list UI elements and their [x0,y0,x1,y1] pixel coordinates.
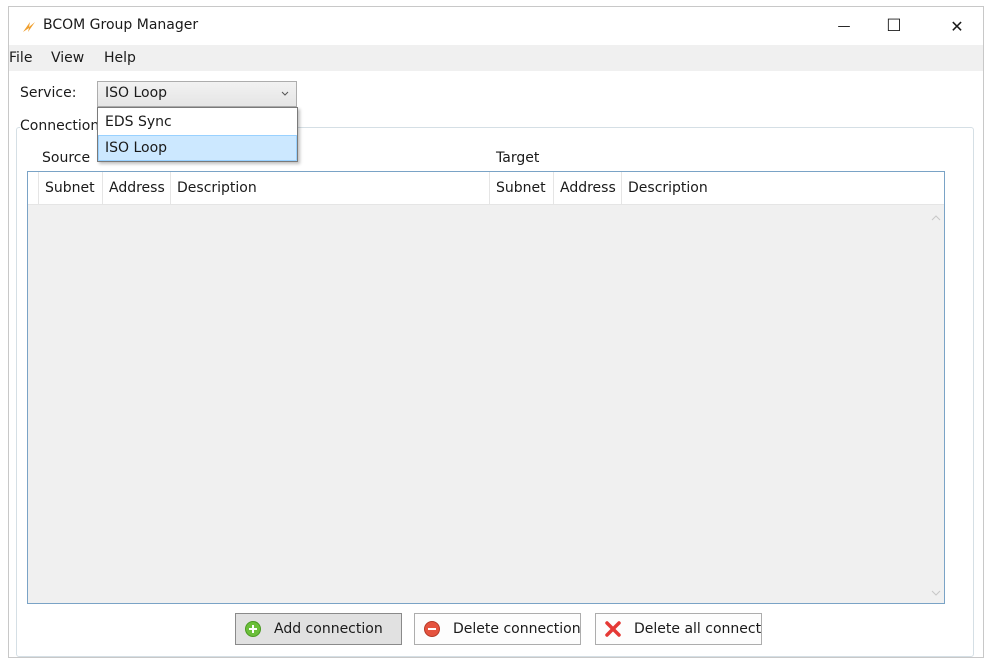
column-header-source-address[interactable]: Address [103,172,171,204]
service-selected-value: ISO Loop [105,85,168,101]
scroll-up-icon[interactable] [931,214,941,222]
delete-connection-label: Delete connection [453,621,581,637]
column-header-target-subnet[interactable]: Subnet [490,172,554,204]
source-label: Source [42,150,91,166]
column-header-source-description[interactable]: Description [171,172,490,204]
menu-view[interactable]: View [51,50,84,66]
grid-header: Subnet Address Description Subnet Addres… [28,172,944,205]
menu-file[interactable]: File [9,50,32,66]
plus-circle-icon [245,621,261,637]
target-label: Target [496,150,540,166]
connections-group-label: Connections [20,118,107,134]
add-connection-label: Add connection [274,621,383,637]
delete-all-connections-button[interactable]: Delete all connecti [595,613,762,645]
column-header-target-description[interactable]: Description [622,172,927,204]
delete-all-connections-label: Delete all connecti [634,621,762,637]
close-button[interactable]: ✕ [934,7,980,45]
row-header-cell [28,172,39,204]
maximize-icon: ☐ [886,16,902,36]
delete-connection-button[interactable]: Delete connection [414,613,581,645]
vertical-scrollbar[interactable] [927,204,944,603]
add-connection-button[interactable]: Add connection [235,613,402,645]
column-header-source-subnet[interactable]: Subnet [39,172,103,204]
minimize-icon: — [837,18,851,34]
minimize-button[interactable]: — [821,7,867,45]
main-window: BCOM Group Manager — ☐ ✕ File View Help … [8,6,984,658]
service-dropdown-list: EDS Sync ISO Loop [97,107,298,162]
chevron-down-icon [281,91,289,96]
service-combobox[interactable]: ISO Loop [97,81,297,107]
minus-circle-icon [424,621,440,637]
service-option-eds-sync[interactable]: EDS Sync [98,109,297,135]
menu-bar: File View Help [9,45,983,71]
service-label: Service: [20,85,77,101]
maximize-button[interactable]: ☐ [871,7,917,45]
title-bar[interactable]: BCOM Group Manager — ☐ ✕ [9,7,983,45]
bolt-icon [23,22,35,32]
column-header-target-address[interactable]: Address [554,172,622,204]
connections-grid[interactable]: Subnet Address Description Subnet Addres… [27,171,945,604]
scroll-down-icon[interactable] [931,589,941,597]
close-icon: ✕ [950,16,964,36]
service-option-iso-loop[interactable]: ISO Loop [98,135,297,161]
menu-help[interactable]: Help [104,50,136,66]
window-title: BCOM Group Manager [43,17,199,33]
red-x-icon [605,621,621,637]
